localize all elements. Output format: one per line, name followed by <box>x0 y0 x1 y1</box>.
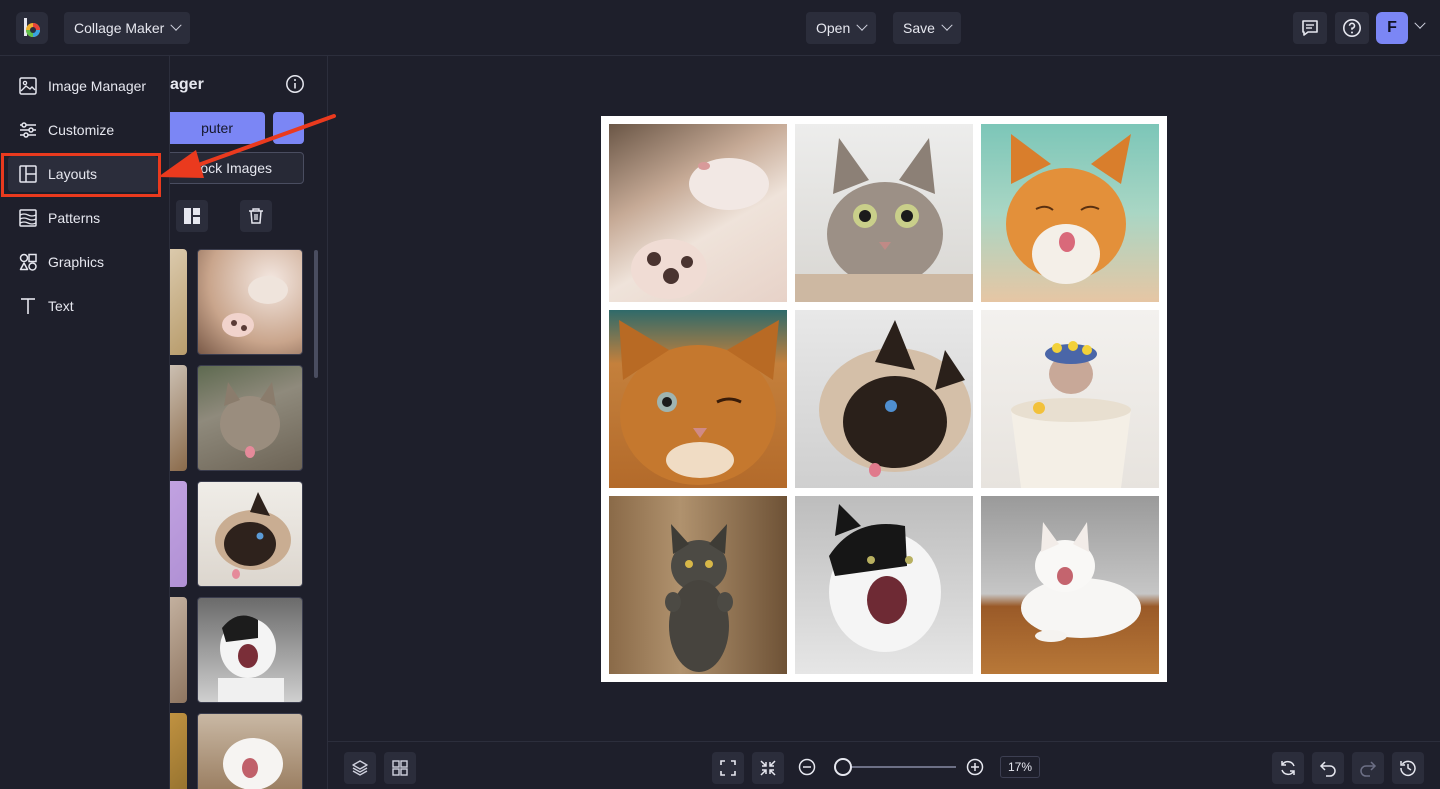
undo-button[interactable] <box>1312 752 1344 784</box>
open-label: Open <box>816 20 851 36</box>
menu-item-patterns[interactable]: Patterns <box>8 200 158 236</box>
reset-button[interactable] <box>1272 752 1304 784</box>
layouts-highlight <box>1 153 161 197</box>
image-thumbnail[interactable] <box>197 597 303 703</box>
zoom-value[interactable]: 17% <box>1000 756 1040 778</box>
chat-icon <box>1302 20 1318 36</box>
app-menu-button[interactable]: Collage Maker <box>64 12 191 44</box>
collage-canvas[interactable] <box>601 116 1167 682</box>
open-button[interactable]: Open <box>806 12 877 44</box>
text-icon <box>18 296 38 316</box>
zoom-slider-track[interactable] <box>844 766 956 768</box>
panel-title: ager <box>170 76 204 93</box>
shrink-icon <box>760 760 776 776</box>
actual-size-button[interactable] <box>752 752 784 784</box>
redo-icon <box>1360 761 1377 777</box>
patterns-icon <box>18 208 38 228</box>
grid-fill-icon <box>184 208 200 224</box>
menu-item-customize[interactable]: Customize <box>8 112 158 148</box>
collage-cell[interactable] <box>981 124 1159 302</box>
delete-button[interactable] <box>240 200 272 232</box>
collage-cell[interactable] <box>795 496 973 674</box>
zoom-in-icon[interactable] <box>966 758 984 776</box>
help-icon <box>1343 19 1361 37</box>
chat-button[interactable] <box>1293 12 1327 44</box>
panel-scrollbar[interactable] <box>314 250 318 378</box>
history-button[interactable] <box>1392 752 1424 784</box>
redo-button[interactable] <box>1352 752 1384 784</box>
image-manager-panel: ager puter Stock Images <box>170 56 328 789</box>
refresh-icon <box>1281 760 1295 776</box>
menu-item-text[interactable]: Text <box>8 288 158 324</box>
stock-images-button[interactable]: Stock Images <box>170 152 304 184</box>
collage-cell[interactable] <box>795 124 973 302</box>
image-thumbnail[interactable] <box>170 249 187 355</box>
avatar[interactable]: F <box>1376 12 1408 44</box>
collage-cell[interactable] <box>609 124 787 302</box>
image-thumbnail[interactable] <box>170 713 187 789</box>
layers-button[interactable] <box>344 752 376 784</box>
collage-cell[interactable] <box>981 310 1159 488</box>
menu-item-label: Text <box>48 298 74 314</box>
top-bar: Collage Maker Open Save F <box>0 0 1440 56</box>
image-thumbnail[interactable] <box>170 365 187 471</box>
computer-button-label: puter <box>201 120 233 136</box>
info-icon[interactable] <box>285 74 305 94</box>
expand-icon <box>720 760 736 776</box>
image-thumbnail[interactable] <box>197 713 303 789</box>
menu-item-image-manager[interactable]: Image Manager <box>8 68 158 104</box>
menu-item-label: Patterns <box>48 210 101 226</box>
upload-computer-button[interactable]: puter <box>170 112 265 144</box>
collage-cell[interactable] <box>795 310 973 488</box>
app-menu-label: Collage Maker <box>74 20 165 36</box>
chevron-down-icon <box>856 19 868 31</box>
image-thumbnail[interactable] <box>170 481 187 587</box>
menu-item-label: Graphics <box>48 254 105 270</box>
menu-item-label: Image Manager <box>48 78 147 94</box>
grid-view-button[interactable] <box>384 752 416 784</box>
undo-icon <box>1319 761 1336 777</box>
layers-icon <box>352 760 368 776</box>
image-thumbnail[interactable] <box>197 365 303 471</box>
collage-cell[interactable] <box>609 310 787 488</box>
trash-icon <box>249 208 263 224</box>
logo-icon[interactable] <box>16 12 48 44</box>
shapes-icon <box>18 252 38 272</box>
collage-cell[interactable] <box>981 496 1159 674</box>
avatar-letter: F <box>1387 19 1397 36</box>
zoom-slider-handle[interactable] <box>834 758 852 776</box>
image-thumbnail[interactable] <box>197 481 303 587</box>
collage-cell[interactable] <box>609 496 787 674</box>
save-button[interactable]: Save <box>893 12 961 44</box>
sliders-icon <box>18 120 38 140</box>
history-icon <box>1400 760 1416 777</box>
upload-options-button[interactable] <box>273 112 304 144</box>
auto-fill-button[interactable] <box>176 200 208 232</box>
menu-item-graphics[interactable]: Graphics <box>8 244 158 280</box>
image-thumbnail[interactable] <box>170 597 187 703</box>
image-thumbnail[interactable] <box>197 249 303 355</box>
bottom-toolbar: 17% <box>328 741 1440 789</box>
menu-item-label: Customize <box>48 122 115 138</box>
help-button[interactable] <box>1335 12 1369 44</box>
image-icon <box>18 76 38 96</box>
grid-icon <box>392 760 408 776</box>
zoom-out-icon[interactable] <box>798 758 816 776</box>
stock-button-label: Stock Images <box>187 160 272 176</box>
chevron-down-icon[interactable] <box>1414 17 1426 29</box>
chevron-down-icon <box>941 19 953 31</box>
fit-to-screen-button[interactable] <box>712 752 744 784</box>
save-label: Save <box>903 20 935 36</box>
chevron-down-icon <box>170 19 182 31</box>
